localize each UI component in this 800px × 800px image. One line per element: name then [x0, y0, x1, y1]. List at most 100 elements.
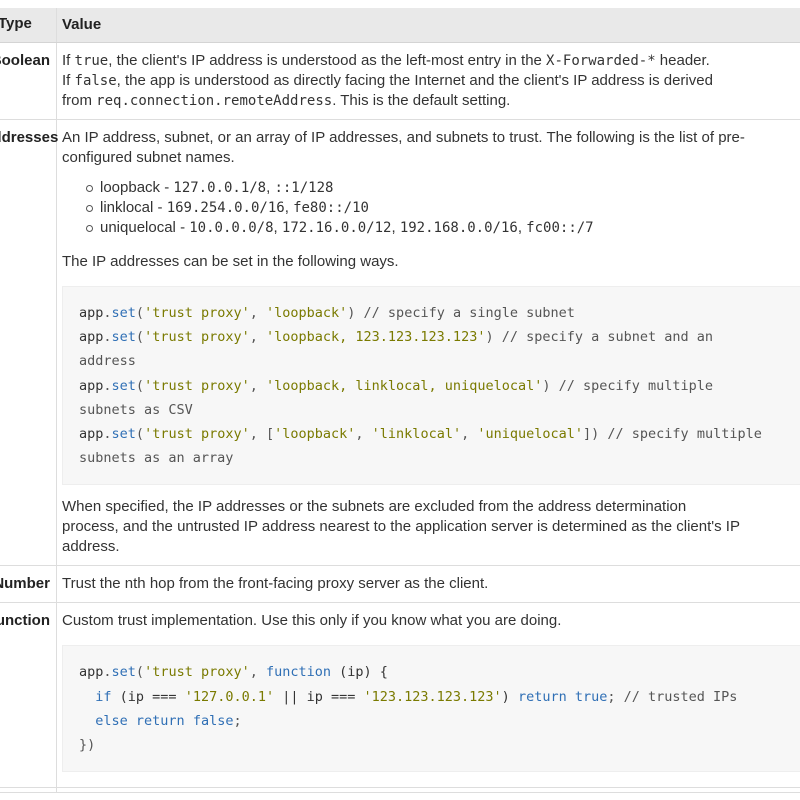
- ip-code-block: app.set('trust proxy', 'loopback') // sp…: [62, 286, 800, 486]
- subnet-name: loopback: [100, 179, 161, 196]
- list-item: loopback - 127.0.0.1/8, ::1/128: [82, 178, 800, 198]
- code-false: false: [74, 73, 117, 89]
- code-comment: // specify multiple: [599, 426, 762, 443]
- text: ,: [273, 219, 282, 236]
- text: -: [175, 219, 190, 236]
- code-token: , [: [249, 426, 275, 443]
- code-x-forwarded: X-Forwarded-*: [546, 53, 656, 69]
- subnet-name: uniquelocal: [100, 219, 176, 236]
- ip-desc-line-1: An IP address, subnet, or an array of IP…: [62, 129, 745, 146]
- code-token: }): [79, 737, 96, 754]
- code-token: (: [135, 329, 145, 346]
- code-token: (ip ===: [111, 688, 185, 705]
- header-type-cell: Type: [0, 8, 57, 42]
- code-token: .: [103, 426, 112, 443]
- code-keyword: return: [135, 712, 185, 729]
- text: ,: [517, 219, 527, 236]
- text: If: [62, 52, 75, 69]
- subnet-value: 192.168.0.0/16: [399, 220, 518, 236]
- text: ,: [284, 199, 294, 216]
- table-row-boolean: Boolean If true, the client's IP address…: [0, 43, 800, 120]
- code-token: 'trust proxy': [144, 664, 250, 681]
- code-token: || ip ===: [274, 688, 364, 705]
- subnet-value: fc00::/7: [526, 220, 594, 236]
- subnet-value: 172.16.0.0/12: [281, 220, 392, 236]
- list-item: linklocal - 169.254.0.0/16, fe80::/10: [82, 198, 800, 218]
- value-cell-number: Trust the nth hop from the front-facing …: [62, 575, 489, 593]
- code-token: 'uniquelocal': [477, 426, 584, 443]
- boolean-line-2: If false, the app is understood as direc…: [62, 71, 800, 91]
- code-token: '127.0.0.1': [184, 688, 275, 705]
- table-row-function: Function Custom trust implementation. Us…: [0, 603, 800, 794]
- subnet-name-list: loopback - 127.0.0.1/8, ::1/128 linkloca…: [62, 178, 800, 238]
- code-token: set: [111, 329, 136, 346]
- code-keyword: if: [95, 688, 112, 705]
- type-cell-boolean: Boolean: [0, 43, 57, 119]
- code-token: set: [111, 305, 136, 321]
- code-token: .: [103, 664, 112, 681]
- code-token: 'trust proxy': [144, 329, 250, 346]
- code-token: 'trust proxy': [144, 305, 250, 321]
- code-token: ,: [249, 664, 266, 681]
- subnet-value: 169.254.0.0/16: [166, 200, 285, 216]
- code-comment: // specify a single subnet: [355, 305, 575, 321]
- ip-exclusion-line-2: process, and the untrusted IP address ne…: [62, 518, 740, 536]
- bottom-divider: [0, 787, 800, 788]
- subnet-value: ::1/128: [274, 180, 334, 196]
- text: from: [62, 92, 97, 109]
- value-cell-function: Custom trust implementation. Use this on…: [57, 603, 800, 792]
- code-token: 'linklocal': [371, 426, 462, 443]
- code-token: ;: [607, 688, 616, 705]
- text: . This is the default setting.: [332, 92, 511, 109]
- table-header-row: Type Value: [0, 8, 800, 43]
- type-cell-number: Number: [0, 566, 57, 603]
- code-token: ,: [249, 377, 266, 394]
- subnet-value: 10.0.0.0/8: [189, 220, 274, 236]
- value-cell-ip-addresses: An IP address, subnet, or an array of IP…: [57, 120, 800, 565]
- ip-exclusion-line-1: When specified, the IP addresses or the …: [62, 498, 687, 516]
- code-token: 'trust proxy': [144, 377, 250, 394]
- code-comment: // specify multiple: [550, 377, 714, 394]
- text: ,: [391, 219, 400, 236]
- code-true: true: [74, 53, 109, 69]
- code-token: ;: [233, 712, 242, 729]
- table-row-ip-addresses: IP addresses An IP address, subnet, or a…: [0, 120, 800, 567]
- text: header.: [655, 52, 710, 69]
- code-comment: subnets as CSV: [79, 401, 193, 418]
- code-token: .: [103, 329, 112, 346]
- code-token: (: [135, 305, 145, 321]
- trust-proxy-options-table: Type Value Boolean If true, the client's…: [0, 8, 800, 794]
- code-token: 'trust proxy': [144, 426, 250, 443]
- boolean-line-1: If true, the client's IP address is unde…: [62, 51, 800, 71]
- code-token: (ip) {: [331, 664, 388, 681]
- code-keyword: true: [566, 688, 608, 705]
- subnet-name: linklocal: [100, 199, 154, 216]
- code-token: 'loopback': [274, 426, 356, 443]
- ip-exclusion-line-3: address.: [62, 538, 120, 556]
- code-token: ,: [461, 426, 478, 443]
- code-token: (: [135, 426, 145, 443]
- code-comment: // trusted IPs: [615, 688, 738, 705]
- code-token: app: [79, 377, 104, 394]
- text: , the client's IP address is understood …: [108, 52, 547, 69]
- code-keyword: false: [184, 712, 234, 729]
- code-token: ): [501, 688, 518, 705]
- code-token: '123.123.123.123': [363, 688, 502, 705]
- code-keyword: function: [266, 664, 332, 681]
- code-token: ): [485, 329, 494, 346]
- function-desc: Custom trust implementation. Use this on…: [62, 612, 562, 630]
- code-token: set: [111, 377, 136, 394]
- code-token: app: [79, 305, 104, 321]
- text: -: [160, 179, 174, 196]
- code-token: 'loopback': [266, 305, 348, 321]
- value-cell-boolean: If true, the client's IP address is unde…: [57, 43, 800, 119]
- subnet-value: fe80::/10: [293, 200, 369, 216]
- code-token: .: [103, 377, 112, 394]
- code-token: app: [79, 329, 104, 346]
- code-keyword: return: [517, 688, 567, 705]
- list-item: uniquelocal - 10.0.0.0/8, 172.16.0.0/12,…: [82, 218, 800, 238]
- table-row-number: Number Trust the nth hop from the front-…: [0, 566, 800, 604]
